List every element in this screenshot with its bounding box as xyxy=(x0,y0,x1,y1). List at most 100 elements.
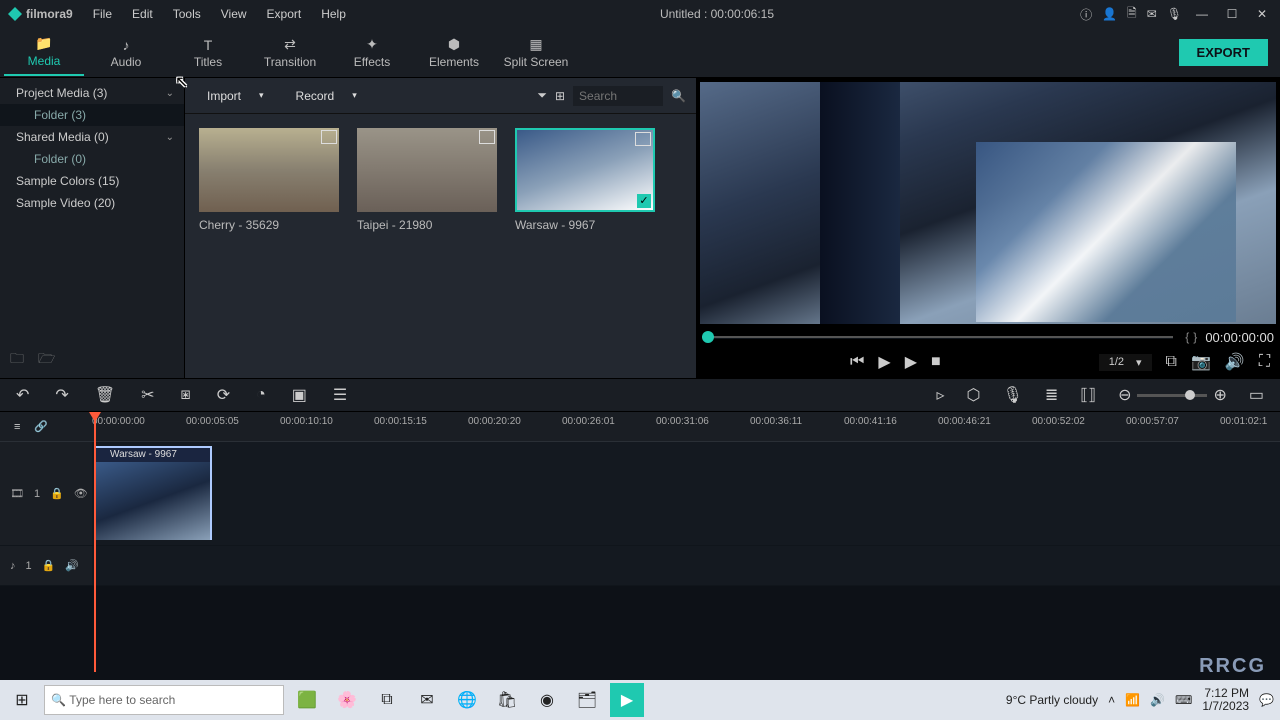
tab-split-screen[interactable]: ▦Split Screen xyxy=(496,30,576,76)
marker-icon[interactable]: ⬡ xyxy=(967,385,981,405)
search-icon[interactable]: 🔍 xyxy=(671,89,686,103)
media-clip-taipei[interactable]: Taipei - 21980 xyxy=(357,128,497,232)
menu-edit[interactable]: Edit xyxy=(124,5,161,23)
menu-view[interactable]: View xyxy=(213,5,255,23)
crop-button[interactable]: ⧆ xyxy=(181,386,191,404)
user-icon[interactable]: 👤 xyxy=(1102,7,1117,21)
minimize-button[interactable]: — xyxy=(1192,7,1212,21)
tab-effects[interactable]: ✦Effects xyxy=(332,30,412,76)
time-ruler[interactable]: 00:00:00:00 00:00:05:05 00:00:10:10 00:0… xyxy=(92,412,1280,442)
playhead[interactable] xyxy=(94,412,96,672)
start-button[interactable]: ⊞ xyxy=(6,684,38,716)
prev-frame-button[interactable]: ⏮ xyxy=(850,353,864,371)
delete-folder-icon[interactable]: 🗁 xyxy=(38,348,55,372)
range-icon[interactable]: ⟦⟧ xyxy=(1080,385,1096,405)
audio-lane[interactable] xyxy=(92,546,1280,585)
tray-network-icon[interactable]: 📶 xyxy=(1125,693,1140,707)
fullscreen-icon[interactable]: ⛶ xyxy=(1259,353,1270,371)
chrome-icon[interactable]: ◉ xyxy=(530,683,564,717)
info-icon[interactable]: ⓘ xyxy=(1080,6,1092,23)
store-icon[interactable]: 🛍 xyxy=(490,683,524,717)
filmora-icon[interactable]: ▶ xyxy=(610,683,644,717)
menu-export[interactable]: Export xyxy=(259,5,310,23)
lock-icon[interactable]: 🔒 xyxy=(42,559,56,572)
export-button[interactable]: EXPORT xyxy=(1179,39,1268,66)
menu-help[interactable]: Help xyxy=(313,5,354,23)
scrubber-knob[interactable] xyxy=(702,331,714,343)
video-lane[interactable]: Warsaw - 9967 xyxy=(92,442,1280,545)
tab-media[interactable]: 📁Media xyxy=(4,30,84,76)
notifications-icon[interactable]: 💬 xyxy=(1259,693,1274,707)
timeline-clip-warsaw[interactable]: Warsaw - 9967 xyxy=(94,446,212,540)
sidebar-sample-colors[interactable]: Sample Colors (15) xyxy=(0,170,184,192)
mixer-icon[interactable]: ≣ xyxy=(1045,385,1058,405)
taskbar-date[interactable]: 1/7/2023 xyxy=(1202,700,1249,713)
snapshot-icon[interactable]: 📷 xyxy=(1191,352,1211,372)
maximize-button[interactable]: ☐ xyxy=(1222,7,1242,21)
sidebar-project-media[interactable]: Project Media (3)⌄ xyxy=(0,82,184,104)
green-screen-button[interactable]: ▣ xyxy=(292,385,307,405)
visibility-icon[interactable]: 👁 xyxy=(74,487,88,500)
play-forward-button[interactable]: ▶ xyxy=(905,352,917,372)
adjust-button[interactable]: ☰ xyxy=(333,385,347,405)
mic-icon[interactable]: 🎙 xyxy=(1167,7,1182,21)
tray-volume-icon[interactable]: 🔊 xyxy=(1150,693,1165,707)
zoom-out-icon[interactable]: ⊖ xyxy=(1118,385,1131,405)
preview-scrubber[interactable] xyxy=(702,336,1173,339)
taskbar-app-2[interactable]: 🌸 xyxy=(330,683,364,717)
filter-icon[interactable]: ⏷ xyxy=(537,88,547,103)
voiceover-icon[interactable]: 🎙 xyxy=(1003,385,1023,405)
mail-icon[interactable]: ✉ xyxy=(410,683,444,717)
play-button[interactable]: ▶ xyxy=(878,352,890,372)
menu-tools[interactable]: Tools xyxy=(165,5,209,23)
redo-button[interactable]: ↷ xyxy=(55,385,68,405)
tray-chevron-icon[interactable]: ˄ xyxy=(1108,693,1115,707)
tab-elements[interactable]: ⬢Elements xyxy=(414,30,494,76)
color-button[interactable]: ◔ xyxy=(256,386,266,404)
undo-button[interactable]: ↶ xyxy=(16,385,29,405)
sidebar-folder-0[interactable]: Folder (0) xyxy=(0,148,184,170)
render-icon[interactable]: ▹ xyxy=(937,385,945,405)
new-folder-icon[interactable]: 🗀 xyxy=(10,348,24,372)
tab-audio[interactable]: ♪Audio xyxy=(86,30,166,76)
record-dropdown[interactable]: Record▾ xyxy=(284,85,369,107)
zoom-in-icon[interactable]: ⊕ xyxy=(1213,385,1226,405)
preview-viewport[interactable] xyxy=(700,82,1276,324)
compare-icon[interactable]: ⧉ xyxy=(1166,353,1177,371)
mark-out-icon[interactable]: } xyxy=(1193,330,1197,344)
menu-file[interactable]: File xyxy=(85,5,120,23)
edge-icon[interactable]: 🌐 xyxy=(450,683,484,717)
tray-language-icon[interactable]: ⌨ xyxy=(1175,693,1192,707)
save-icon[interactable]: 🗎 xyxy=(1127,4,1137,25)
zoom-knob[interactable] xyxy=(1185,390,1195,400)
import-dropdown[interactable]: Import▾ xyxy=(195,85,276,107)
delete-button[interactable]: 🗑 xyxy=(95,385,115,405)
mark-in-icon[interactable]: { xyxy=(1185,330,1189,344)
stop-button[interactable]: ■ xyxy=(931,353,941,371)
sidebar-folder-3[interactable]: Folder (3) xyxy=(0,104,184,126)
preview-zoom-dropdown[interactable]: 1/2▾ xyxy=(1099,354,1152,371)
media-clip-warsaw[interactable]: ✓ Warsaw - 9967 xyxy=(515,128,655,232)
link-icon[interactable]: 🔗 xyxy=(34,420,48,433)
task-view-icon[interactable]: ⧉ xyxy=(370,683,404,717)
manage-tracks-icon[interactable]: ≡ xyxy=(14,421,20,433)
weather-widget[interactable]: 9°C Partly cloudy xyxy=(1006,693,1098,707)
volume-icon[interactable]: 🔊 xyxy=(1225,352,1245,372)
search-input[interactable] xyxy=(573,86,663,106)
timeline-zoom-slider[interactable] xyxy=(1137,394,1207,397)
tab-transition[interactable]: ⇄Transition xyxy=(250,30,330,76)
mute-icon[interactable]: 🔊 xyxy=(65,559,79,572)
explorer-icon[interactable]: 🗂 xyxy=(570,683,604,717)
grid-icon[interactable]: ⊞ xyxy=(555,89,565,103)
close-button[interactable]: ✕ xyxy=(1252,7,1272,21)
tab-titles[interactable]: TTitles xyxy=(168,30,248,76)
fit-icon[interactable]: ▭ xyxy=(1249,385,1264,405)
sidebar-sample-video[interactable]: Sample Video (20) xyxy=(0,192,184,214)
media-clip-cherry[interactable]: Cherry - 35629 xyxy=(199,128,339,232)
speed-button[interactable]: ⟳ xyxy=(217,385,230,405)
cut-button[interactable]: ✂ xyxy=(141,385,154,405)
taskbar-app-1[interactable]: 🟩 xyxy=(290,683,324,717)
taskbar-search[interactable]: 🔍 Type here to search xyxy=(44,685,284,715)
sidebar-shared-media[interactable]: Shared Media (0)⌄ xyxy=(0,126,184,148)
mail-icon[interactable]: ✉ xyxy=(1147,7,1157,21)
